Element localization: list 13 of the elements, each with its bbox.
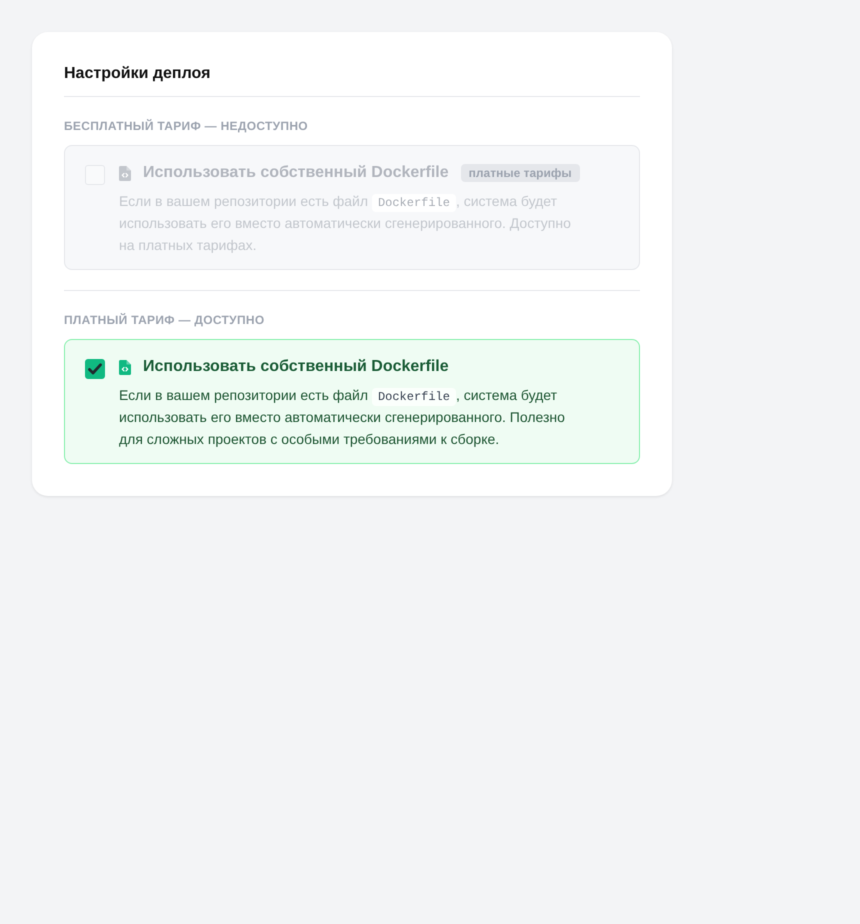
- option-title: Использовать собственный Dockerfile: [143, 357, 449, 377]
- code-file-icon: [119, 166, 131, 180]
- option-title: Использовать собственный Dockerfile: [143, 163, 449, 183]
- inline-code: Dockerfile: [372, 388, 456, 406]
- checkbox[interactable]: [85, 359, 105, 379]
- inline-code: Dockerfile: [372, 194, 456, 212]
- section-label: БЕСПЛАТНЫЙ ТАРИФ — НЕДОСТУПНО: [64, 118, 309, 134]
- option-description: Если в вашем репозитории есть файл Dockerfile , система будет использовать его вместо автоматически сгенерированного. Полезно для сложных проектов с особыми требованиями к сборке.: [119, 386, 566, 449]
- code-file-icon: [119, 360, 131, 374]
- section-label: ПЛАТНЫЙ ТАРИФ — ДОСТУПНО: [64, 312, 266, 328]
- check-icon: [88, 363, 102, 375]
- card-title: Настройки деплоя: [64, 64, 640, 97]
- plan-badge: платные тарифы: [460, 164, 580, 182]
